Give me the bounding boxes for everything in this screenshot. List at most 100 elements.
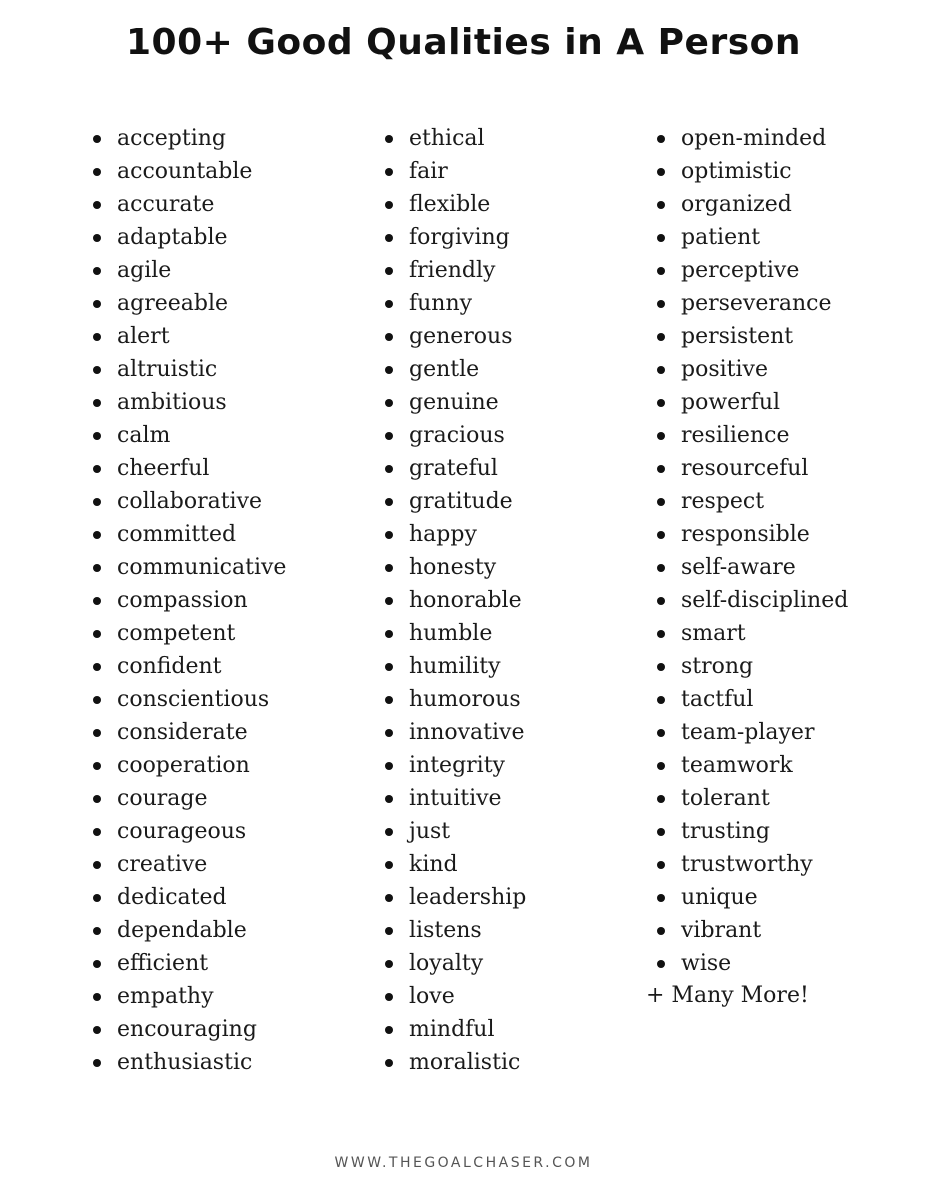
list-item: perseverance [655,287,848,320]
bullet-icon [657,927,665,935]
bullet-icon [657,465,665,473]
quality-text: agile [117,258,172,283]
list-item: gentle [383,353,526,386]
list-item: honesty [383,551,526,584]
bullet-icon [657,168,665,176]
quality-text: self-disciplined [681,588,849,613]
bullet-icon [385,630,393,638]
bullet-icon [385,267,393,275]
bullet-icon [385,696,393,704]
bullet-icon [385,993,393,1001]
quality-text: wise [681,951,732,976]
bullet-icon [385,498,393,506]
list-item: self-disciplined [655,584,848,617]
list-item: grateful [383,452,526,485]
quality-text: mindful [409,1017,495,1042]
list-item: accurate [91,188,286,221]
bullet-icon [657,795,665,803]
quality-text: communicative [117,555,287,580]
list-item: courage [91,782,286,815]
quality-text: empathy [117,984,214,1009]
quality-text: conscientious [117,687,270,712]
quality-text: competent [117,621,236,646]
list-item: open-minded [655,122,848,155]
list-item: just [383,815,526,848]
bullet-icon [93,531,101,539]
bullet-icon [385,333,393,341]
bullet-icon [657,366,665,374]
list-item: fair [383,155,526,188]
quality-text: innovative [409,720,525,745]
quality-text: responsible [681,522,810,547]
quality-text: dependable [117,918,247,943]
quality-text: tactful [681,687,754,712]
quality-text: just [409,819,451,844]
quality-text: trustworthy [681,852,813,877]
list-item: team-player [655,716,848,749]
bullet-icon [93,696,101,704]
quality-text: funny [409,291,473,316]
bullet-icon [657,762,665,770]
list-item: empathy [91,980,286,1013]
quality-text: gracious [409,423,505,448]
bullet-icon [93,762,101,770]
list-item: innovative [383,716,526,749]
quality-text: accepting [117,126,226,151]
quality-text: integrity [409,753,505,778]
many-more-note: + Many More! [646,983,809,1008]
quality-text: courage [117,786,208,811]
quality-text: honesty [409,555,497,580]
list-item: adaptable [91,221,286,254]
list-item: altruistic [91,353,286,386]
list-item: perceptive [655,254,848,287]
quality-text: genuine [409,390,499,415]
list-item: resilience [655,419,848,452]
list-item: respect [655,485,848,518]
list-item: tactful [655,683,848,716]
bullet-icon [385,861,393,869]
bullet-icon [93,201,101,209]
bullet-icon [93,993,101,1001]
quality-text: gentle [409,357,480,382]
list-item: competent [91,617,286,650]
bullet-icon [657,630,665,638]
quality-text: happy [409,522,477,547]
bullet-icon [93,300,101,308]
bullet-icon [385,201,393,209]
qualities-column-1: accepting accountable accurate adaptable agi… [91,122,286,1079]
bullet-icon [93,729,101,737]
bullet-icon [385,795,393,803]
quality-text: humility [409,654,501,679]
list-item: efficient [91,947,286,980]
list-item: smart [655,617,848,650]
quality-text: moralistic [409,1050,521,1075]
list-item: cheerful [91,452,286,485]
list-item: loyalty [383,947,526,980]
bullet-icon [93,795,101,803]
bullet-icon [657,432,665,440]
list-item: powerful [655,386,848,419]
list-item: humble [383,617,526,650]
list-item: considerate [91,716,286,749]
bullet-icon [657,564,665,572]
quality-text: intuitive [409,786,502,811]
bullet-icon [385,1059,393,1067]
list-item: ambitious [91,386,286,419]
list-item: responsible [655,518,848,551]
bullet-icon [385,399,393,407]
quality-text: collaborative [117,489,263,514]
list-item: agreeable [91,287,286,320]
list-item: dependable [91,914,286,947]
list-item: generous [383,320,526,353]
quality-text: committed [117,522,237,547]
list-item: humorous [383,683,526,716]
bullet-icon [657,597,665,605]
quality-text: self-aware [681,555,796,580]
bullet-icon [385,234,393,242]
quality-text: optimistic [681,159,792,184]
quality-text: leadership [409,885,527,910]
quality-text: powerful [681,390,781,415]
list-item: integrity [383,749,526,782]
bullet-icon [385,465,393,473]
quality-text: resourceful [681,456,809,481]
